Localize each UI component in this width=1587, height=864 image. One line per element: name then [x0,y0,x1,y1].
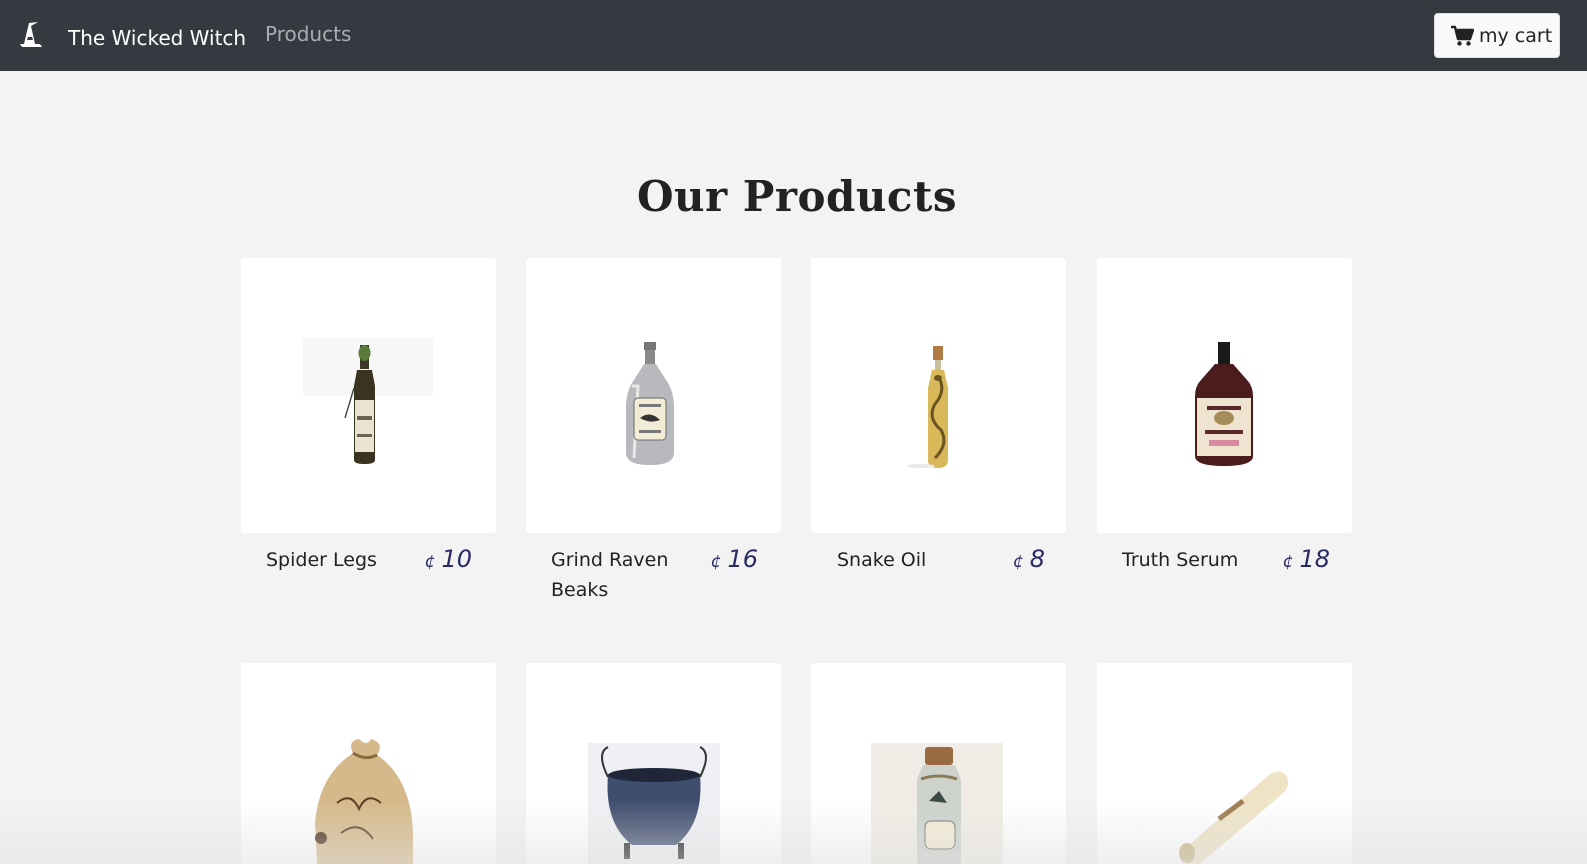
currency-symbol: ¢ [1012,552,1024,572]
price-value: 10 [441,545,472,573]
currency-symbol: ¢ [710,552,722,572]
currency-symbol: ¢ [424,552,436,572]
cart-button[interactable]: my cart [1434,13,1560,58]
product-card-scroll[interactable] [1097,663,1352,864]
potion-bottle-image [303,338,433,464]
product-price: ¢ 18 [1240,545,1330,573]
product-card-grind-raven-beaks[interactable] [526,258,781,533]
product-card-dragon-scales[interactable] [811,663,1066,864]
product-card-cauldron[interactable] [526,663,781,864]
cart-label: my cart [1479,24,1553,47]
product-card-magic-beans[interactable] [241,663,496,864]
product-name[interactable]: Grind Raven Beaks [551,545,686,605]
product-card-spider-legs[interactable] [241,258,496,533]
nav-link-products[interactable]: Products [265,22,351,46]
currency-symbol: ¢ [1282,552,1294,572]
product-name[interactable]: Spider Legs [266,545,401,575]
product-price: ¢ 8 [955,545,1045,573]
parchment-scroll-image [1179,771,1289,864]
product-name[interactable]: Truth Serum [1122,545,1257,575]
witch-hat-icon[interactable] [18,20,46,50]
cauldron-image [588,743,720,864]
dragon-scales-jar-image [871,743,1003,864]
raven-bottle-image [626,342,674,465]
product-price: ¢ 16 [668,545,758,573]
navbar: The Wicked Witch Products my cart [0,0,1587,71]
brand-name[interactable]: The Wicked Witch [68,26,246,50]
product-card-snake-oil[interactable] [811,258,1066,533]
magic-beans-sack-image [315,739,413,864]
truth-serum-bottle-image [1195,342,1253,466]
price-value: 18 [1299,545,1330,573]
cart-icon [1451,25,1474,46]
snake-bottle-image [907,346,948,468]
price-value: 16 [727,545,758,573]
page-title: Our Products [636,172,958,221]
price-value: 8 [1029,545,1045,573]
product-name[interactable]: Snake Oil [837,545,972,575]
product-card-truth-serum[interactable] [1097,258,1352,533]
product-price: ¢ 10 [382,545,472,573]
